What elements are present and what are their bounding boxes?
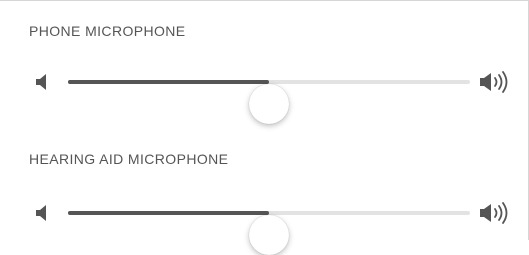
speaker-high-icon: [480, 71, 508, 93]
phone-microphone-label: PHONE MICROPHONE: [29, 23, 186, 39]
speaker-high-icon: [480, 202, 508, 224]
microphone-volume-panel: PHONE MICROPHONE HEARING AID MICROPHONE: [0, 0, 529, 255]
slider-track[interactable]: [68, 80, 470, 124]
hearing-aid-microphone-label: HEARING AID MICROPHONE: [29, 151, 229, 167]
hearing-aid-microphone-slider[interactable]: [0, 188, 528, 255]
slider-track-fill: [68, 211, 269, 215]
speaker-low-icon: [36, 205, 46, 221]
speaker-low-icon: [36, 74, 46, 90]
slider-thumb[interactable]: [249, 215, 289, 255]
phone-microphone-slider[interactable]: [0, 57, 528, 124]
slider-thumb[interactable]: [249, 84, 289, 124]
slider-track[interactable]: [68, 211, 470, 255]
slider-track-fill: [68, 80, 269, 84]
